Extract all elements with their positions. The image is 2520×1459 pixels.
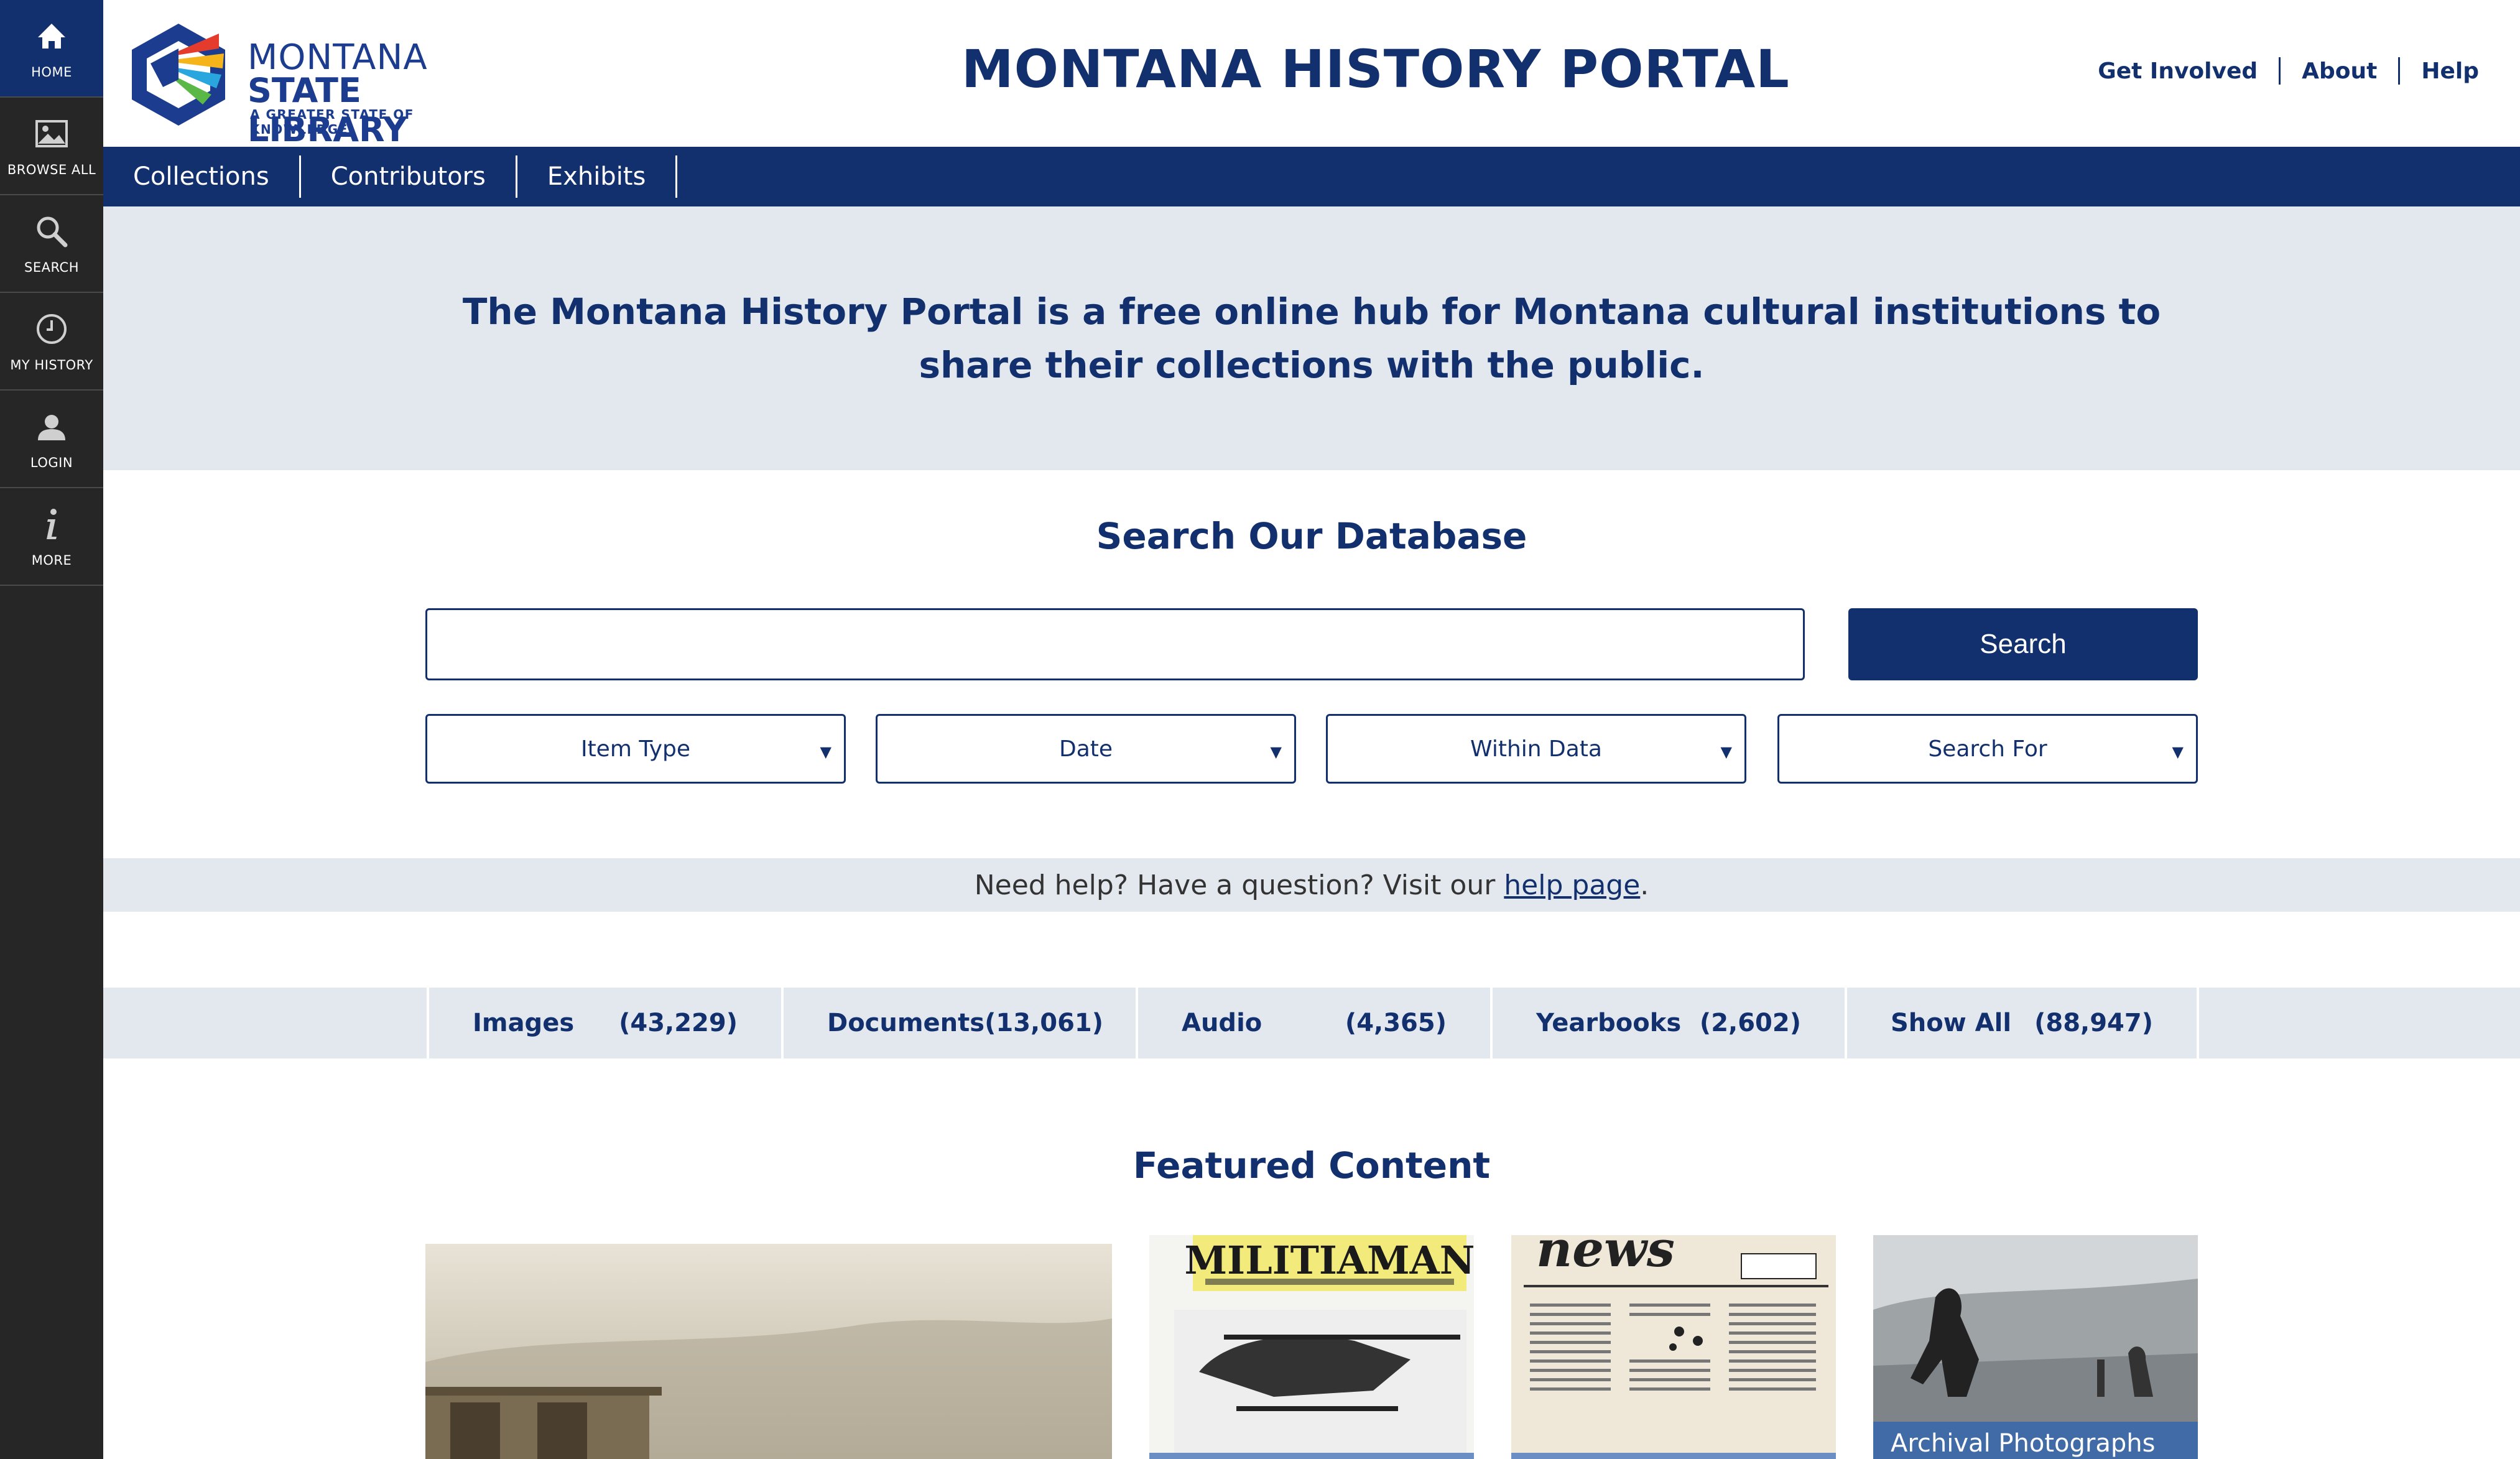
left-sidebar: HOME BROWSE ALL SEARCH MY HISTORY LOGIN — [0, 0, 103, 1459]
count-value: (88,947) — [2034, 1009, 2153, 1037]
count-label: Show All — [1891, 1009, 2012, 1037]
about-link[interactable]: About — [2281, 58, 2398, 84]
user-icon — [38, 414, 65, 440]
count-value: (13,061) — [984, 1009, 1104, 1037]
count-label: Images — [473, 1009, 575, 1037]
hero-banner: The Montana History Portal is a free onl… — [103, 206, 2520, 470]
search-for-select[interactable]: Search For ▼ — [1777, 714, 2198, 784]
logo-mark-icon — [132, 24, 225, 126]
filter-label: Search For — [1928, 736, 2047, 762]
featured-caption: Archival Photographs — [1873, 1422, 2198, 1459]
newsletter-cover: MILITIAMAN — [1149, 1235, 1474, 1459]
within-data-select[interactable]: Within Data ▼ — [1326, 714, 1746, 784]
sidebar-item-label: MORE — [31, 552, 72, 568]
date-select[interactable]: Date ▼ — [876, 714, 1296, 784]
count-value: (2,602) — [1699, 1009, 1801, 1037]
utility-nav: Get Involved About Help — [2077, 57, 2479, 85]
featured-item-3[interactable]: news — [1511, 1235, 1836, 1459]
filter-label: Date — [1058, 736, 1113, 762]
sidebar-item-search[interactable]: SEARCH — [0, 195, 103, 293]
sidebar-item-label: BROWSE ALL — [7, 162, 96, 177]
logo-tagline: A GREATER STATE OF KNOWLEDGE — [250, 107, 414, 137]
item-type-select[interactable]: Item Type ▼ — [425, 714, 846, 784]
count-audio[interactable]: Audio (4,365) — [1136, 988, 1490, 1058]
filter-label: Item Type — [580, 736, 691, 762]
sidebar-item-more[interactable]: MORE — [0, 488, 103, 586]
nav-exhibits[interactable]: Exhibits — [517, 155, 678, 198]
count-value: (43,229) — [619, 1009, 738, 1037]
count-label: Documents — [827, 1009, 985, 1037]
masthead-text: news — [1536, 1235, 1675, 1278]
sidebar-item-label: SEARCH — [24, 259, 79, 275]
count-label: Audio — [1182, 1009, 1262, 1037]
sidebar-item-home[interactable]: HOME — [0, 0, 103, 98]
help-text: Need help? Have a question? Visit our — [974, 869, 1496, 901]
sidebar-item-browse-all[interactable]: BROWSE ALL — [0, 98, 103, 195]
search-section-title: Search Our Database — [1096, 515, 1527, 557]
nav-contributors[interactable]: Contributors — [301, 155, 517, 198]
site-header: MONTANA STATE LIBRARY A GREATER STATE OF… — [103, 0, 2520, 149]
help-bar: Need help? Have a question? Visit our he… — [103, 858, 2520, 912]
page-title: MONTANA HISTORY PORTAL — [961, 39, 1790, 100]
help-page-link[interactable]: help page — [1504, 869, 1640, 901]
help-suffix: . — [1640, 869, 1649, 901]
featured-item-1[interactable] — [425, 1244, 1112, 1459]
caret-down-icon: ▼ — [1270, 743, 1282, 761]
search-icon — [37, 216, 68, 247]
sidebar-item-label: LOGIN — [30, 455, 73, 470]
featured-section-title: Featured Content — [1133, 1144, 1491, 1187]
count-value: (4,365) — [1345, 1009, 1447, 1037]
search-button[interactable]: Search — [1848, 608, 2198, 680]
count-images[interactable]: Images (43,229) — [427, 988, 781, 1058]
clock-icon — [37, 313, 67, 344]
main-nav: Collections Contributors Exhibits — [103, 147, 2520, 206]
featured-item-2[interactable]: MILITIAMAN — [1149, 1235, 1474, 1459]
home-icon — [38, 23, 65, 49]
montana-state-library-logo[interactable]: MONTANA STATE LIBRARY A GREATER STATE OF… — [126, 20, 499, 149]
newsletter-page: news — [1511, 1235, 1836, 1459]
nav-collections[interactable]: Collections — [103, 155, 301, 198]
count-yearbooks[interactable]: Yearbooks (2,602) — [1490, 988, 1845, 1058]
caret-down-icon: ▼ — [820, 743, 832, 761]
featured-photo — [425, 1244, 1112, 1459]
image-icon — [35, 119, 68, 147]
sidebar-item-label: HOME — [31, 64, 72, 80]
caret-down-icon: ▼ — [2172, 743, 2184, 761]
featured-item-4[interactable]: Archival Photographs — [1873, 1235, 2198, 1459]
info-icon — [47, 508, 57, 539]
collection-counts: Images (43,229) Documents (13,061) Audio… — [103, 988, 2520, 1058]
masthead-text: MILITIAMAN — [1185, 1238, 1474, 1283]
count-documents[interactable]: Documents (13,061) — [781, 988, 1136, 1058]
hero-text: The Montana History Portal is a free onl… — [462, 290, 2161, 386]
get-involved-link[interactable]: Get Involved — [2077, 58, 2279, 84]
count-show-all[interactable]: Show All (88,947) — [1845, 988, 2199, 1058]
caret-down-icon: ▼ — [1720, 743, 1732, 761]
sidebar-item-my-history[interactable]: MY HISTORY — [0, 293, 103, 391]
sidebar-item-label: MY HISTORY — [10, 357, 93, 373]
sidebar-item-login[interactable]: LOGIN — [0, 391, 103, 488]
search-input[interactable] — [425, 608, 1805, 680]
filter-label: Within Data — [1470, 736, 1602, 762]
help-link[interactable]: Help — [2400, 58, 2479, 84]
count-label: Yearbooks — [1536, 1009, 1682, 1037]
